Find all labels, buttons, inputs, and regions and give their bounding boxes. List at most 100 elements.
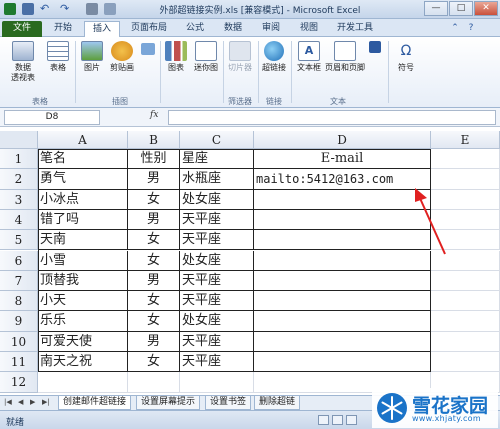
row-header[interactable]: 6 — [0, 250, 38, 271]
table-cell[interactable]: 顶替我 — [38, 270, 128, 292]
sheet-tab-screen-tip[interactable]: 设置屏幕提示 — [136, 396, 201, 410]
row-header[interactable]: 2 — [0, 169, 38, 190]
row-header[interactable]: 1 — [0, 149, 38, 170]
table-cell[interactable]: 天平座 — [180, 331, 254, 352]
sort-icon[interactable] — [104, 3, 116, 15]
table-cell[interactable] — [180, 372, 254, 393]
table-cell[interactable]: 性别 — [128, 149, 180, 170]
row-header[interactable]: 8 — [0, 291, 38, 312]
table-cell[interactable]: 男 — [128, 270, 180, 292]
table-cell[interactable]: 女 — [128, 311, 180, 332]
table-cell[interactable] — [38, 372, 128, 393]
table-cell[interactable] — [431, 270, 500, 292]
sheet-tab-create-mail-link[interactable]: 创建邮件超链接 — [58, 396, 132, 410]
table-cell[interactable]: 笔名 — [38, 149, 128, 170]
table-cell[interactable]: 星座 — [180, 149, 254, 170]
tab-review[interactable]: 审阅 — [254, 21, 288, 37]
symbol-button[interactable]: Ω 符号 — [392, 41, 420, 73]
column-header-d[interactable]: D — [254, 131, 431, 149]
chart-button[interactable]: 图表 — [163, 41, 189, 73]
table-cell[interactable]: 女 — [128, 352, 180, 373]
formula-input[interactable] — [168, 110, 496, 125]
last-sheet-icon[interactable]: ▶| — [42, 398, 50, 406]
row-header[interactable]: 11 — [0, 352, 38, 373]
table-cell[interactable]: 可爱天使 — [38, 331, 128, 352]
wordart-button[interactable] — [368, 41, 382, 55]
sheet-tab-delete-link[interactable]: 删除超链 — [254, 396, 301, 410]
tab-view[interactable]: 视图 — [292, 21, 326, 37]
table-cell[interactable]: 天平座 — [180, 291, 254, 312]
tab-formulas[interactable]: 公式 — [178, 21, 212, 37]
table-cell[interactable]: 小冰点 — [38, 189, 128, 210]
column-header-e[interactable]: E — [431, 131, 500, 149]
save-icon[interactable] — [22, 3, 34, 15]
table-cell[interactable]: 女 — [128, 291, 180, 312]
page-layout-view-icon[interactable] — [332, 415, 343, 425]
table-cell[interactable]: 女 — [128, 230, 180, 251]
table-cell[interactable]: 处女座 — [180, 189, 254, 210]
normal-view-icon[interactable] — [318, 415, 329, 425]
table-cell[interactable]: E-mail — [254, 149, 431, 170]
sheet-tab-bookmark[interactable]: 设置书签 — [205, 396, 252, 410]
pivot-table-button[interactable]: 数据 透视表 — [4, 41, 42, 83]
table-cell[interactable]: 处女座 — [180, 311, 254, 332]
table-cell[interactable]: 女 — [128, 250, 180, 271]
table-cell[interactable]: 天平座 — [180, 270, 254, 292]
row-header[interactable]: 12 — [0, 372, 38, 393]
table-cell[interactable]: 水瓶座 — [180, 169, 254, 190]
table-cell[interactable]: 小天 — [38, 291, 128, 312]
column-header-b[interactable]: B — [128, 131, 180, 149]
row-header[interactable]: 4 — [0, 209, 38, 231]
table-cell[interactable] — [431, 311, 500, 332]
print-preview-icon[interactable] — [86, 3, 98, 15]
undo-icon[interactable]: ↶ — [40, 3, 52, 15]
ribbon-minimize-icon[interactable]: ⌃ — [448, 21, 462, 37]
redo-icon[interactable]: ↷ — [60, 3, 72, 15]
table-cell[interactable] — [128, 372, 180, 393]
table-cell[interactable] — [254, 270, 431, 292]
table-cell[interactable] — [254, 352, 431, 373]
table-cell[interactable]: 勇气 — [38, 169, 128, 190]
row-header[interactable]: 3 — [0, 189, 38, 210]
table-cell[interactable]: 男 — [128, 169, 180, 190]
table-button[interactable]: 表格 — [44, 41, 72, 73]
table-cell[interactable]: 天南 — [38, 230, 128, 251]
tab-file[interactable]: 文件 — [2, 21, 42, 37]
table-cell[interactable]: 男 — [128, 331, 180, 352]
table-cell[interactable] — [254, 291, 431, 312]
table-cell[interactable] — [254, 311, 431, 332]
row-header[interactable]: 10 — [0, 331, 38, 352]
prev-sheet-icon[interactable]: ◀ — [18, 398, 23, 406]
page-break-view-icon[interactable] — [346, 415, 357, 425]
table-cell[interactable]: 小雪 — [38, 250, 128, 271]
picture-button[interactable]: 图片 — [78, 41, 106, 73]
header-footer-button[interactable]: 页眉和页脚 — [325, 41, 365, 73]
tab-data[interactable]: 数据 — [216, 21, 250, 37]
table-cell[interactable]: 天平座 — [180, 209, 254, 231]
tab-page-layout[interactable]: 页面布局 — [124, 21, 174, 37]
shapes-smartart-button[interactable] — [140, 43, 156, 57]
table-cell[interactable]: 处女座 — [180, 250, 254, 271]
close-button[interactable]: ✕ — [474, 1, 498, 16]
table-cell[interactable] — [431, 331, 500, 352]
row-header[interactable]: 5 — [0, 230, 38, 251]
table-cell[interactable] — [254, 331, 431, 352]
minimize-button[interactable]: — — [424, 1, 448, 16]
next-sheet-icon[interactable]: ▶ — [30, 398, 35, 406]
tab-developer[interactable]: 开发工具 — [330, 21, 380, 37]
row-header[interactable]: 9 — [0, 311, 38, 332]
tab-home[interactable]: 开始 — [46, 21, 80, 37]
table-cell[interactable] — [431, 352, 500, 373]
table-cell[interactable]: 错了吗 — [38, 209, 128, 231]
sparkline-button[interactable]: 迷你图 — [191, 41, 221, 73]
table-cell[interactable]: 天平座 — [180, 230, 254, 251]
tab-insert[interactable]: 插入 — [84, 21, 120, 37]
excel-app-icon[interactable] — [4, 3, 16, 15]
select-all-corner[interactable] — [0, 131, 38, 149]
table-cell[interactable]: 南天之祝 — [38, 352, 128, 373]
table-cell[interactable] — [431, 291, 500, 312]
insert-function-icon[interactable]: fx — [150, 110, 158, 120]
table-cell[interactable]: 男 — [128, 209, 180, 231]
textbox-button[interactable]: A 文本框 — [294, 41, 324, 73]
clipart-button[interactable]: 剪贴画 — [106, 41, 138, 73]
